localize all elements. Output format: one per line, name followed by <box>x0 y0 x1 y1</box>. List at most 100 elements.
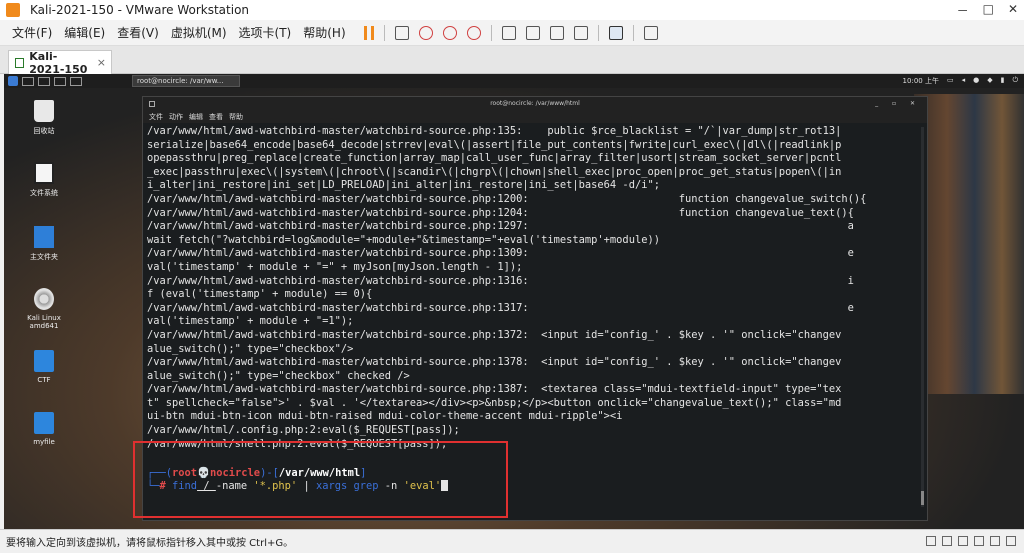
network-icon[interactable]: ◆ <box>987 76 992 86</box>
send-ctrl-alt-del-icon[interactable] <box>394 25 409 40</box>
snapshot-manager-icon[interactable] <box>466 25 481 40</box>
terminal-line: alue_switch();" type="checkbox"/> <box>147 342 354 355</box>
stretch-guest-icon[interactable] <box>643 25 658 40</box>
command-arg: -n <box>378 480 404 493</box>
minimize-button[interactable]: － <box>957 2 969 19</box>
tab-label: Kali-2021-150 <box>29 49 88 76</box>
pause-icon[interactable] <box>363 25 374 40</box>
drive-icon <box>34 162 54 184</box>
terminal-line: /var/www/html/awd-watchbird-master/watch… <box>147 192 867 205</box>
workspace-4-icon[interactable] <box>70 76 82 86</box>
status-text: 要将输入定向到该虚拟机，请将鼠标指针移入其中或按 Ctrl+G。 <box>6 538 294 549</box>
prompt-line-2[interactable]: └─# find / -name '*.php' | xargs grep -n… <box>143 480 927 494</box>
hdd-icon[interactable] <box>926 536 936 546</box>
display-icon[interactable]: ▭ <box>947 76 954 86</box>
revert-snapshot-icon[interactable] <box>442 25 457 40</box>
terminal-menu-help[interactable]: 帮助 <box>229 112 243 122</box>
lock-icon[interactable]: ▮ <box>1001 76 1005 86</box>
terminal-line: /var/www/html/awd-watchbird-master/watch… <box>147 328 842 341</box>
toolbar-separator <box>490 24 492 41</box>
power-icon[interactable]: ⏻ <box>1012 76 1018 86</box>
desktop-icon-home[interactable]: 主文件夹 <box>16 226 72 262</box>
prompt-frame: ┌──( <box>147 466 173 479</box>
terminal-output[interactable]: /var/www/html/awd-watchbird-master/watch… <box>143 123 927 467</box>
volume-icon[interactable]: ◂ <box>962 76 966 86</box>
desktop-icon-kali-disc[interactable]: Kali Linux amd641 <box>16 288 72 330</box>
menu-file[interactable]: 文件(F) <box>12 24 52 41</box>
terminal-window[interactable]: root@nocircle: /var/www/html _ ▫ ✕ 文件 动作… <box>142 96 928 521</box>
network-adapter-icon[interactable] <box>958 536 968 546</box>
home-icon <box>34 226 54 248</box>
console-view-icon[interactable] <box>608 25 623 40</box>
terminal-line: i_alter|ini_restore|ini_set|LD_PRELOAD|i… <box>147 179 660 192</box>
scrollbar-thumb[interactable] <box>921 491 924 505</box>
clock[interactable]: 10:00 上午 <box>903 76 939 86</box>
terminal-line: /var/www/html/awd-watchbird-master/watch… <box>147 206 854 219</box>
terminal-line: f (eval('timestamp' + module) == 0){ <box>147 288 373 301</box>
cd-icon[interactable] <box>942 536 952 546</box>
vmware-statusbar: 要将输入定向到该虚拟机，请将鼠标指针移入其中或按 Ctrl+G。 <box>0 529 1024 553</box>
terminal-scrollbar[interactable] <box>921 127 924 507</box>
tab-kali[interactable]: Kali-2021-150 × <box>8 49 112 76</box>
usb-icon[interactable] <box>974 536 984 546</box>
menu-edit[interactable]: 编辑(E) <box>64 24 105 41</box>
terminal-line: val('timestamp' + module + "=1"); <box>147 315 354 328</box>
vmware-titlebar: Kali-2021-150 - VMware Workstation － □ ✕ <box>0 0 1024 20</box>
command-arg: / <box>197 480 216 493</box>
sound-icon[interactable] <box>990 536 1000 546</box>
window-title: Kali-2021-150 - VMware Workstation <box>30 3 250 17</box>
sidebar-toggle-icon[interactable] <box>501 25 516 40</box>
desktop-icon-label: 文件系统 <box>30 189 58 197</box>
command-xargs: xargs <box>315 480 348 493</box>
window-controls: － □ ✕ <box>957 2 1018 19</box>
workspace-2-icon[interactable] <box>38 76 50 86</box>
command-grep: grep <box>347 480 379 493</box>
folder-icon <box>34 412 54 434</box>
terminal-menu-file[interactable]: 文件 <box>149 112 163 122</box>
vm-icon <box>15 57 25 68</box>
terminal-menu-edit[interactable]: 编辑 <box>189 112 203 122</box>
kali-menu-icon[interactable] <box>8 76 18 86</box>
close-button[interactable]: ✕ <box>1008 2 1018 19</box>
terminal-line: /var/www/html/awd-watchbird-master/watch… <box>147 125 842 137</box>
tab-close-icon[interactable]: × <box>97 56 106 69</box>
desktop-icon-ctf[interactable]: CTF <box>16 350 72 384</box>
desktop-icon-myfile[interactable]: myfile <box>16 412 72 446</box>
terminal-line: /var/www/html/awd-watchbird-master/watch… <box>147 274 854 287</box>
notification-icon[interactable]: ● <box>973 76 979 86</box>
command-pipe: | <box>297 480 316 493</box>
prompt-frame: )-[ <box>260 466 279 479</box>
terminal-menu-actions[interactable]: 动作 <box>169 112 183 122</box>
maximize-button[interactable]: □ <box>983 2 994 19</box>
terminal-app-icon <box>149 101 155 107</box>
menu-vm[interactable]: 虚拟机(M) <box>171 24 227 41</box>
folder-icon <box>34 350 54 372</box>
workspace-1-icon[interactable] <box>22 76 34 86</box>
wallpaper-bookshelf <box>914 94 1024 394</box>
display-status-icon[interactable] <box>1006 536 1016 546</box>
snapshot-icon[interactable] <box>418 25 433 40</box>
desktop-icon-trash[interactable]: 回收站 <box>16 100 72 136</box>
unity-icon[interactable] <box>573 25 588 40</box>
terminal-line: val('timestamp' + module + "=" + myJson[… <box>147 260 523 273</box>
terminal-line: /var/www/html/.config.php:2:eval($_REQUE… <box>147 424 460 437</box>
terminal-line: /var/www/html/awd-watchbird-master/watch… <box>147 383 842 396</box>
terminal-line: /var/www/html/awd-watchbird-master/watch… <box>147 356 842 369</box>
toolbar-separator <box>597 24 599 41</box>
terminal-window-controls[interactable]: _ ▫ ✕ <box>875 97 921 111</box>
prompt-line-1: ┌──(root💀nocircle)-[/var/www/html] <box>143 467 927 481</box>
terminal-menubar: 文件 动作 编辑 查看 帮助 <box>143 111 927 123</box>
terminal-menu-view[interactable]: 查看 <box>209 112 223 122</box>
workspace-3-icon[interactable] <box>54 76 66 86</box>
desktop-icon-label: myfile <box>33 438 55 446</box>
prompt-path: /var/www/html <box>278 466 361 479</box>
command-arg: -name <box>215 480 254 493</box>
disc-icon <box>34 288 54 310</box>
taskbar-terminal-item[interactable]: root@nocircle: /var/ww... <box>132 75 240 87</box>
fullscreen-icon[interactable] <box>549 25 564 40</box>
menu-view[interactable]: 查看(V) <box>117 24 159 41</box>
desktop-icon-filesystem[interactable]: 文件系统 <box>16 162 72 198</box>
menu-help[interactable]: 帮助(H) <box>303 24 345 41</box>
menu-tabs[interactable]: 选项卡(T) <box>239 24 292 41</box>
thumbnail-bar-icon[interactable] <box>525 25 540 40</box>
